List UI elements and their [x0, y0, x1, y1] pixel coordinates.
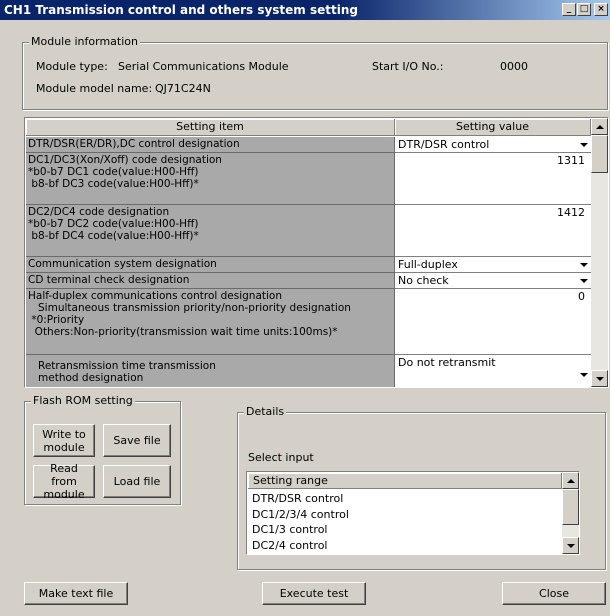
setting-value-input[interactable]: 1311: [395, 153, 591, 205]
setting-value-dropdown[interactable]: Do not retransmit: [395, 355, 591, 387]
setting-value-text: Full-duplex: [398, 258, 458, 271]
module-information-group: Module information: [22, 35, 608, 110]
setting-value-dropdown[interactable]: No check: [395, 273, 591, 289]
module-model-value: QJ71C24N: [155, 82, 211, 95]
scroll-down-button[interactable]: [591, 370, 608, 387]
list-item[interactable]: DC1/3 control: [252, 522, 327, 537]
title-bar: CH1 Transmission control and others syst…: [0, 0, 610, 20]
setting-value-text: Do not retransmit: [398, 356, 496, 369]
dropdown-arrow-icon[interactable]: [578, 369, 589, 380]
setting-item-cell: Communication system designation: [26, 257, 395, 273]
write-to-module-button[interactable]: Write to module: [33, 424, 95, 457]
minimize-button[interactable]: _: [562, 3, 576, 16]
list-item[interactable]: DC2/4 control: [252, 538, 327, 553]
setting-item-header: Setting item: [26, 119, 395, 136]
setting-item-cell: CD terminal check designation: [26, 273, 395, 289]
dropdown-arrow-icon[interactable]: [578, 275, 589, 286]
setting-value-input[interactable]: 0: [395, 289, 591, 355]
setting-value-input[interactable]: 1412: [395, 205, 591, 257]
grid-row-dc1-dc3[interactable]: DC1/DC3(Xon/Xoff) code designation *b0-b…: [26, 153, 591, 205]
dropdown-arrow-icon[interactable]: [578, 259, 589, 270]
setting-item-cell: DTR/DSR(ER/DR),DC control designation: [26, 137, 395, 153]
grid-row-dc2-dc4[interactable]: DC2/DC4 code designation *b0-b7 DC2 code…: [26, 205, 591, 257]
dialog-window: CH1 Transmission control and others syst…: [0, 0, 610, 616]
make-text-file-button[interactable]: Make text file: [24, 582, 128, 605]
setting-value-text: DTR/DSR control: [398, 138, 490, 151]
flash-rom-legend: Flash ROM setting: [31, 394, 135, 407]
select-input-label: Select input: [248, 451, 314, 464]
grid-row-retransmission[interactable]: Retransmission time transmission method …: [26, 355, 591, 387]
grid-row-dc-control[interactable]: DTR/DSR(ER/DR),DC control designation DT…: [26, 137, 591, 153]
grid-row-communication-system[interactable]: Communication system designation Full-du…: [26, 257, 591, 273]
start-io-value: 0000: [500, 60, 528, 73]
scroll-thumb[interactable]: [562, 489, 579, 525]
scroll-thumb[interactable]: [591, 135, 608, 173]
close-window-button[interactable]: ×: [594, 3, 608, 16]
list-item[interactable]: DTR/DSR control: [252, 491, 343, 506]
scroll-up-button[interactable]: [562, 472, 579, 489]
grid-row-cd-terminal[interactable]: CD terminal check designation No check: [26, 273, 591, 289]
setting-item-cell: Retransmission time transmission method …: [26, 355, 395, 387]
setting-range-header: Setting range: [248, 473, 562, 489]
execute-test-button[interactable]: Execute test: [262, 582, 366, 605]
save-file-button[interactable]: Save file: [103, 424, 171, 457]
setting-value-text: No check: [398, 274, 449, 287]
module-type-label: Module type:: [36, 60, 108, 73]
setting-item-cell: Half-duplex communications control desig…: [26, 289, 395, 355]
maximize-button[interactable]: □: [577, 3, 591, 16]
scroll-down-button[interactable]: [562, 537, 579, 554]
start-io-label: Start I/O No.:: [372, 60, 444, 73]
window-title: CH1 Transmission control and others syst…: [4, 3, 358, 17]
settings-grid[interactable]: Setting item Setting value DTR/DSR(ER/DR…: [24, 117, 609, 388]
setting-value-dropdown[interactable]: DTR/DSR control: [395, 137, 591, 153]
details-legend: Details: [244, 405, 287, 418]
setting-value-dropdown[interactable]: Full-duplex: [395, 257, 591, 273]
grid-scrollbar[interactable]: [591, 118, 608, 387]
setting-range-listbox[interactable]: Setting range DTR/DSR control DC1/2/3/4 …: [246, 471, 580, 555]
load-file-button[interactable]: Load file: [103, 465, 171, 498]
listbox-scrollbar[interactable]: [562, 472, 579, 554]
close-button[interactable]: Close: [502, 582, 606, 605]
module-type-value: Serial Communications Module: [118, 60, 289, 73]
module-information-legend: Module information: [29, 35, 140, 48]
scroll-up-button[interactable]: [591, 118, 608, 135]
dropdown-arrow-icon[interactable]: [578, 139, 589, 150]
module-model-label: Module model name:: [36, 82, 153, 95]
list-item[interactable]: DC1/2/3/4 control: [252, 507, 349, 522]
read-from-module-button[interactable]: Read from module: [33, 462, 95, 501]
setting-item-cell: DC2/DC4 code designation *b0-b7 DC2 code…: [26, 205, 395, 257]
setting-item-cell: DC1/DC3(Xon/Xoff) code designation *b0-b…: [26, 153, 395, 205]
grid-row-half-duplex[interactable]: Half-duplex communications control desig…: [26, 289, 591, 355]
setting-value-header: Setting value: [395, 119, 591, 136]
